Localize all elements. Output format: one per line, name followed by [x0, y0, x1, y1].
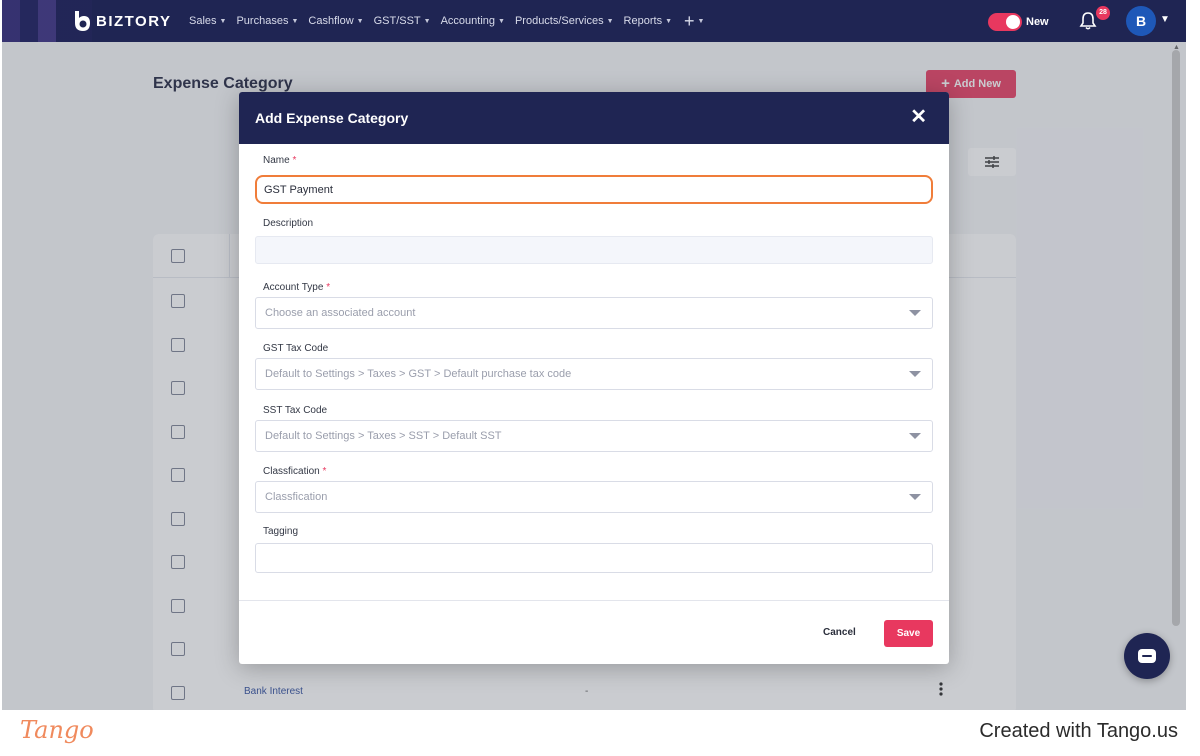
nav-item-label: GST/SST: [373, 15, 421, 27]
label-text: Account Type: [263, 282, 324, 293]
name-label: Name *: [263, 155, 296, 166]
nav-item-purchases[interactable]: Purchases ▼: [236, 15, 298, 27]
top-navigation: BIZTORY Sales ▼ Purchases ▼ Cashflow ▼ GST/…: [2, 0, 1186, 42]
label-text: Classfication: [263, 466, 320, 477]
account-type-select[interactable]: Choose an associated account: [255, 297, 933, 329]
description-label: Description: [263, 218, 314, 229]
nav-item-cashflow[interactable]: Cashflow ▼: [308, 15, 363, 27]
tagging-input[interactable]: [255, 543, 933, 573]
classification-label: Classfication *: [263, 466, 326, 477]
avatar[interactable]: B: [1126, 6, 1156, 36]
add-expense-category-modal: Add Expense Category ✕ Name * GST Paymen…: [239, 92, 949, 664]
classification-select[interactable]: Classfication: [255, 481, 933, 513]
account-type-placeholder: Choose an associated account: [265, 307, 416, 319]
chevron-down-icon: ▼: [498, 17, 505, 25]
chevron-down-icon: ▼: [291, 17, 299, 25]
save-button[interactable]: Save: [884, 620, 933, 647]
gst-tax-code-select[interactable]: Default to Settings > Taxes > GST > Defa…: [255, 358, 933, 390]
gst-tax-code-label: GST Tax Code: [263, 343, 329, 354]
nav-item-label: Cashflow: [308, 15, 354, 27]
nav-item-label: Purchases: [236, 15, 289, 27]
chevron-down-icon[interactable]: ▼: [1160, 14, 1170, 25]
dropdown-arrow-icon: [909, 310, 921, 316]
chevron-down-icon: ▼: [606, 17, 614, 25]
chevron-down-icon: ▼: [665, 17, 673, 25]
new-ui-toggle[interactable]: [988, 13, 1022, 31]
sst-tax-code-label: SST Tax Code: [263, 405, 328, 416]
tango-credit: Created with Tango.us: [979, 720, 1178, 742]
name-value: GST Payment: [264, 183, 333, 196]
sst-tax-code-select[interactable]: Default to Settings > Taxes > SST > Defa…: [255, 420, 933, 452]
nav-item-products-services[interactable]: Products/Services ▼: [515, 15, 614, 27]
modal-header: Add Expense Category ✕: [239, 92, 949, 144]
account-type-label: Account Type *: [263, 282, 330, 293]
toggle-knob: [1006, 15, 1020, 29]
label-text: Name: [263, 155, 290, 166]
nav-item-quick-add[interactable]: + ▼: [682, 12, 704, 30]
chevron-down-icon: ▼: [356, 17, 364, 25]
chevron-down-icon: ▼: [697, 17, 705, 25]
name-field[interactable]: GST Payment: [255, 175, 933, 204]
brand-name: BIZTORY: [96, 12, 172, 30]
sst-tax-code-placeholder: Default to Settings > Taxes > SST > Defa…: [265, 430, 502, 442]
bell-icon[interactable]: [1078, 11, 1098, 31]
description-field[interactable]: [255, 236, 933, 264]
chat-icon: [1138, 649, 1156, 663]
dropdown-arrow-icon: [909, 433, 921, 439]
cancel-button[interactable]: Cancel: [823, 627, 856, 638]
tango-logo: Tango: [20, 716, 94, 744]
gst-tax-code-placeholder: Default to Settings > Taxes > GST > Defa…: [265, 368, 572, 380]
close-icon[interactable]: ✕: [910, 106, 927, 128]
dropdown-arrow-icon: [909, 494, 921, 500]
dropdown-arrow-icon: [909, 371, 921, 377]
chat-support-button[interactable]: [1124, 633, 1170, 679]
modal-title: Add Expense Category: [255, 110, 409, 126]
nav-item-accounting[interactable]: Accounting ▼: [441, 15, 505, 27]
classification-placeholder: Classfication: [265, 491, 328, 503]
nav-item-label: Sales: [189, 15, 217, 27]
required-marker: *: [292, 155, 297, 166]
plus-icon: +: [684, 11, 695, 31]
chevron-down-icon: ▼: [219, 17, 227, 25]
nav-item-reports[interactable]: Reports ▼: [624, 15, 672, 27]
required-marker: *: [326, 282, 331, 293]
nav-item-label: Accounting: [440, 15, 496, 27]
modal-footer: Cancel Save: [239, 600, 949, 664]
required-marker: *: [322, 466, 327, 477]
tagging-label: Tagging: [263, 526, 299, 537]
nav-item-sales[interactable]: Sales ▼: [189, 15, 226, 27]
nav-item-label: Reports: [623, 15, 663, 27]
brand-logo[interactable]: BIZTORY: [72, 10, 172, 32]
app-frame: Expense Category + Add New Bank Interest…: [2, 0, 1186, 710]
nav-item-gst-sst[interactable]: GST/SST ▼: [374, 15, 431, 27]
toggle-label: New: [1026, 16, 1049, 28]
main-menu: Sales ▼ Purchases ▼ Cashflow ▼ GST/SST ▼ Acc…: [189, 0, 714, 42]
biztory-logo-icon: [75, 11, 90, 31]
nav-item-label: Products/Services: [514, 15, 604, 27]
chevron-down-icon: ▼: [423, 17, 431, 25]
notification-badge: 28: [1096, 6, 1110, 20]
